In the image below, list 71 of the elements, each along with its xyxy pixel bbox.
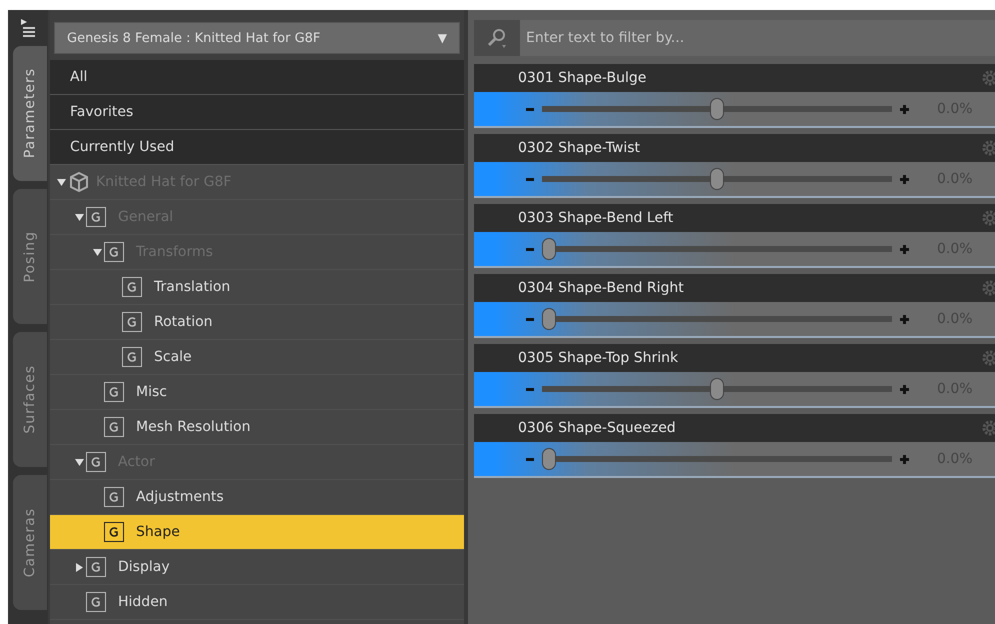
- slider-thumb[interactable]: [710, 168, 724, 190]
- increment-icon[interactable]: [900, 244, 909, 254]
- group-icon: [104, 242, 124, 262]
- expanded-triangle-icon[interactable]: [74, 458, 84, 466]
- tree-item[interactable]: Translation: [50, 270, 464, 305]
- decrement-icon[interactable]: [526, 458, 536, 460]
- gear-icon[interactable]: [981, 349, 995, 367]
- tree-label: Scale: [154, 349, 192, 365]
- node-selector[interactable]: Genesis 8 Female : Knitted Hat for G8F ▼: [54, 22, 460, 54]
- group-icon: [122, 277, 142, 297]
- expanded-triangle-icon[interactable]: [56, 178, 66, 186]
- decrement-icon[interactable]: [526, 108, 536, 110]
- expanded-triangle-icon[interactable]: [92, 248, 102, 256]
- filter-item[interactable]: Favorites: [50, 95, 464, 130]
- decrement-icon[interactable]: [526, 178, 536, 180]
- group-icon: [104, 522, 124, 542]
- filter-item[interactable]: Currently Used: [50, 130, 464, 165]
- decrement-icon[interactable]: [526, 318, 536, 320]
- tree-label: Hidden: [118, 594, 168, 610]
- increment-icon[interactable]: [900, 454, 909, 464]
- group-icon: [86, 592, 106, 612]
- tree-label: Shape: [136, 524, 180, 540]
- gear-icon[interactable]: [981, 69, 995, 87]
- filter-field[interactable]: Enter text to filter by...: [520, 20, 995, 56]
- property-name: 0304 Shape-Bend Right: [518, 280, 684, 296]
- property-name: 0303 Shape-Bend Left: [518, 210, 674, 226]
- tree-label: Display: [118, 559, 170, 575]
- collapsed-triangle-icon[interactable]: [74, 562, 84, 572]
- tree-item[interactable]: Scale: [50, 340, 464, 375]
- slider-thumb[interactable]: [542, 448, 556, 470]
- slider-thumb[interactable]: [542, 238, 556, 260]
- tree-item[interactable]: Hidden: [50, 585, 464, 620]
- tree-label: Adjustments: [136, 489, 224, 505]
- increment-icon[interactable]: [900, 104, 909, 114]
- slider-thumb[interactable]: [710, 98, 724, 120]
- increment-icon[interactable]: [900, 384, 909, 394]
- group-icon: [104, 487, 124, 507]
- property-name: 0302 Shape-Twist: [518, 140, 640, 156]
- decrement-icon[interactable]: [526, 388, 536, 390]
- group-icon: [122, 312, 142, 332]
- tree-label: Mesh Resolution: [136, 419, 250, 435]
- property-name: 0301 Shape-Bulge: [518, 70, 646, 86]
- decrement-icon[interactable]: [526, 248, 536, 250]
- gear-icon[interactable]: [981, 419, 995, 437]
- slider-thumb[interactable]: [542, 308, 556, 330]
- tree-item[interactable]: Display: [50, 550, 464, 585]
- tree-item[interactable]: Mesh Resolution: [50, 410, 464, 445]
- increment-icon[interactable]: [900, 314, 909, 324]
- tree-item[interactable]: Misc: [50, 375, 464, 410]
- tree-item[interactable]: Shape: [50, 515, 464, 550]
- group-icon: [86, 207, 106, 227]
- side-tab[interactable]: Parameters: [13, 46, 47, 181]
- group-icon: [104, 382, 124, 402]
- group-icon: [86, 452, 106, 472]
- property-name: 0306 Shape-Squeezed: [518, 420, 676, 436]
- cube-icon: [68, 171, 90, 193]
- tree-label: Misc: [136, 384, 167, 400]
- tree-label: Rotation: [154, 314, 213, 330]
- expanded-triangle-icon[interactable]: [74, 212, 84, 222]
- property-name: 0305 Shape-Top Shrink: [518, 350, 678, 366]
- gear-icon[interactable]: [981, 139, 995, 157]
- group-icon: [104, 417, 124, 437]
- tree-item[interactable]: Rotation: [50, 305, 464, 340]
- increment-icon[interactable]: [900, 174, 909, 184]
- gear-icon[interactable]: [981, 279, 995, 297]
- filter-item[interactable]: All: [50, 60, 464, 95]
- tree-label: Translation: [154, 279, 230, 295]
- group-icon: [86, 557, 106, 577]
- gear-icon[interactable]: [981, 209, 995, 227]
- group-icon: [122, 347, 142, 367]
- slider-thumb[interactable]: [710, 378, 724, 400]
